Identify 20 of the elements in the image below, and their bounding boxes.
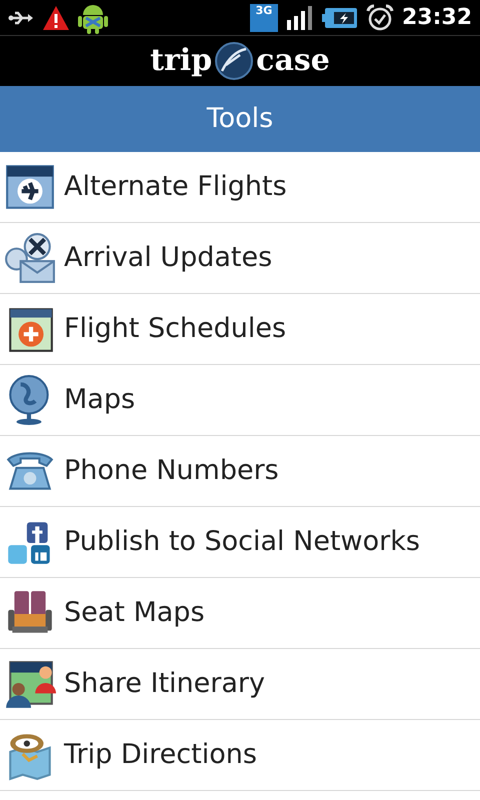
- tool-item[interactable]: Share Itinerary: [0, 649, 480, 720]
- clock-time: 23:32: [402, 4, 472, 32]
- tool-item[interactable]: Phone Numbers: [0, 436, 480, 507]
- signal-icon: [286, 6, 314, 30]
- usb-icon: [8, 10, 34, 24]
- tool-item[interactable]: Publish to Social Networks: [0, 507, 480, 578]
- tool-item[interactable]: Alternate Flights: [0, 152, 480, 223]
- tool-item[interactable]: Maps: [0, 365, 480, 436]
- tool-item[interactable]: Seat Maps: [0, 578, 480, 649]
- tool-item[interactable]: Flight Schedules: [0, 294, 480, 365]
- tool-item[interactable]: Trip Directions: [0, 720, 480, 791]
- screen-title: Tools: [206, 102, 274, 136]
- logo: trip case: [150, 41, 330, 81]
- network-type-icon: 3G: [250, 4, 278, 32]
- people-calendar-icon: [4, 658, 56, 710]
- warning-icon: [42, 4, 70, 30]
- alarm-clock-icon: [366, 4, 394, 32]
- battery-charging-icon: [322, 6, 358, 28]
- clock-envelope-icon: [4, 232, 56, 284]
- tool-item[interactable]: Arrival Updates: [0, 223, 480, 294]
